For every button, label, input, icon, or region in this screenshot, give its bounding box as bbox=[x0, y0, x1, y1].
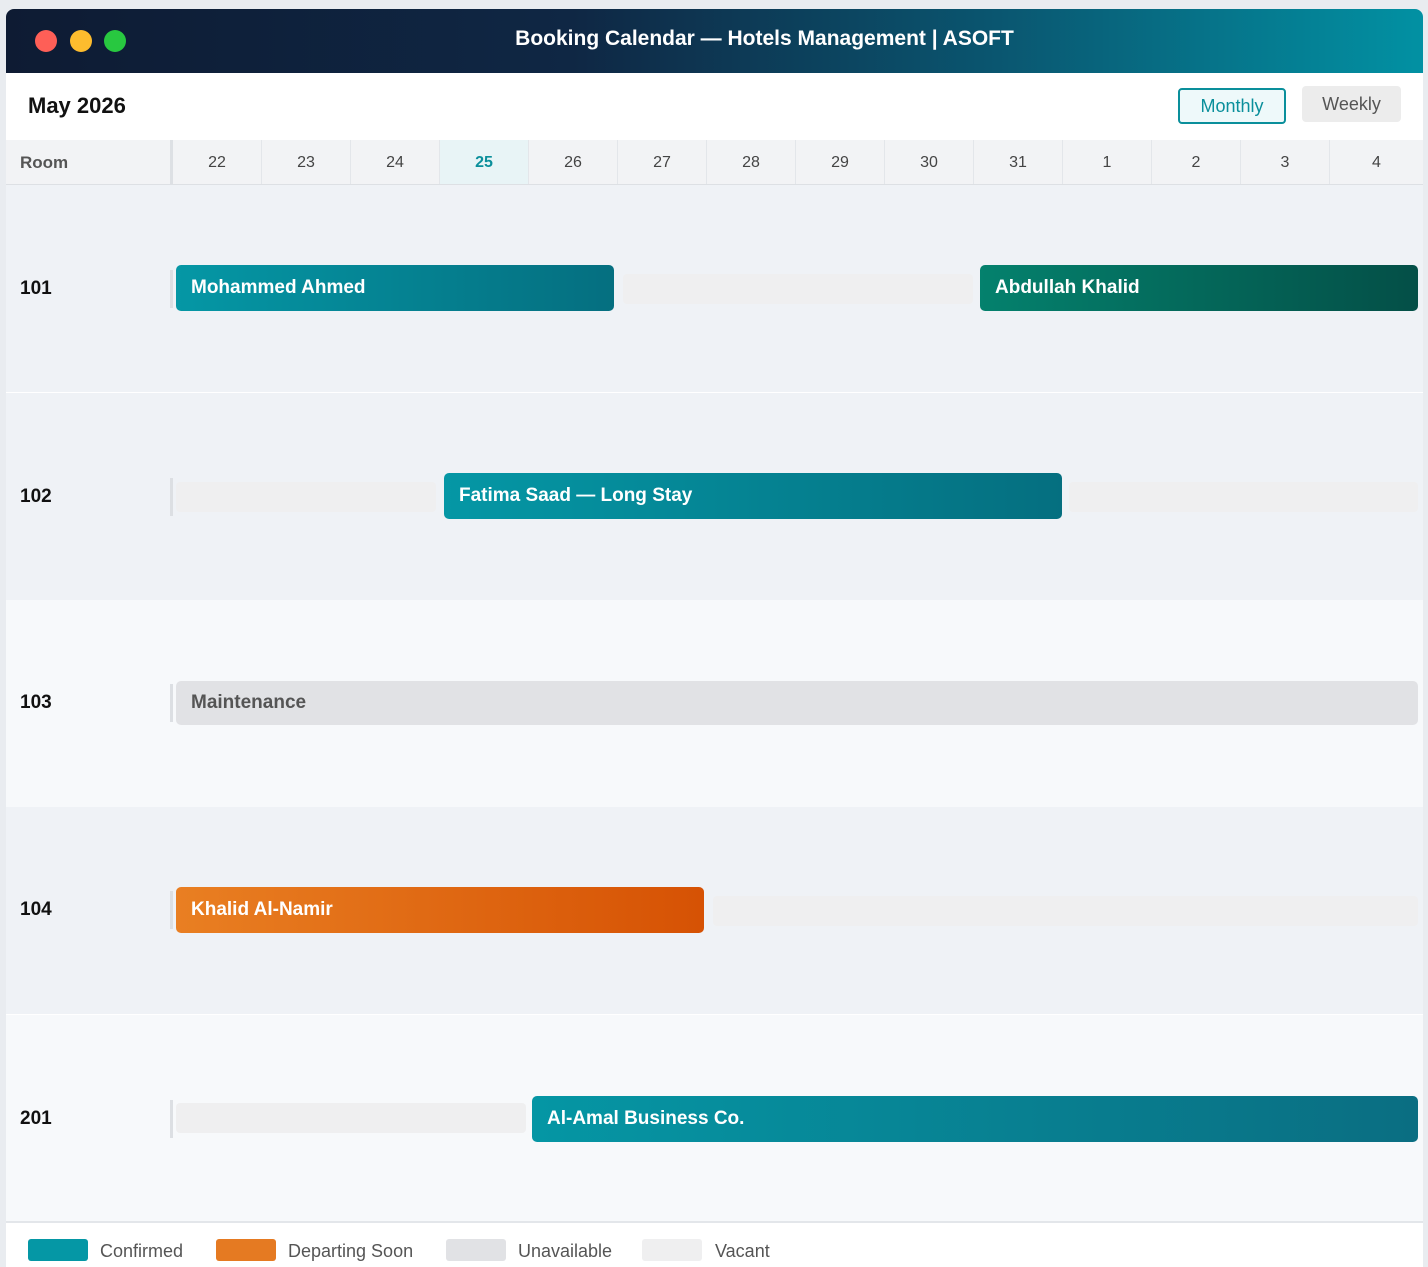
row-divider bbox=[170, 478, 173, 516]
current-month: May 2026 bbox=[28, 93, 126, 118]
room-column-header: Room bbox=[20, 153, 69, 172]
room-number: 102 bbox=[20, 486, 52, 507]
booking-bar[interactable]: Abdullah Khalid bbox=[980, 265, 1418, 311]
room-row-102: 102 Fatima Saad — Long Stay bbox=[6, 393, 1423, 600]
day-header: 28 bbox=[707, 140, 796, 184]
booking-bar[interactable]: Khalid Al-Namir bbox=[176, 887, 704, 933]
row-divider bbox=[170, 891, 173, 929]
day-header: 1 bbox=[1063, 140, 1152, 184]
room-number: 103 bbox=[20, 692, 52, 713]
room-row-104: 104 Khalid Al-Namir bbox=[6, 807, 1423, 1014]
row-divider bbox=[170, 1100, 173, 1138]
room-number: 104 bbox=[20, 899, 52, 920]
weekly-view-button[interactable]: Weekly bbox=[1302, 86, 1401, 122]
legend-label: Departing Soon bbox=[288, 1241, 414, 1261]
departing-soon-swatch bbox=[216, 1239, 276, 1261]
booking-bar[interactable]: Fatima Saad — Long Stay bbox=[444, 473, 1062, 519]
legend: Confirmed Departing Soon Unavailable Vac… bbox=[6, 1221, 1423, 1267]
day-header: 29 bbox=[796, 140, 885, 184]
calendar-toolbar: May 2026 Monthly Weekly bbox=[6, 73, 1423, 141]
unavailable-swatch bbox=[446, 1239, 506, 1261]
legend-label: Vacant bbox=[715, 1241, 770, 1261]
vacant-slot[interactable] bbox=[713, 896, 1418, 926]
day-header: 30 bbox=[885, 140, 974, 184]
legend-label: Confirmed bbox=[100, 1241, 184, 1261]
monthly-view-button[interactable]: Monthly bbox=[1178, 88, 1286, 124]
day-header: 4 bbox=[1372, 154, 1381, 171]
window-title: Booking Calendar — Hotels Management | A… bbox=[515, 27, 1014, 50]
day-header: 27 bbox=[618, 140, 707, 184]
vacant-swatch bbox=[642, 1239, 702, 1261]
room-row-103: 103 Maintenance bbox=[6, 600, 1423, 807]
vacant-slot[interactable] bbox=[176, 482, 436, 512]
vacant-slot[interactable] bbox=[623, 274, 973, 304]
row-divider bbox=[170, 684, 173, 722]
day-header: 23 bbox=[262, 140, 351, 184]
legend-label: Unavailable bbox=[518, 1241, 613, 1261]
day-header: 22 bbox=[173, 140, 262, 184]
day-header: 26 bbox=[529, 140, 618, 184]
row-divider bbox=[170, 270, 173, 308]
booking-bar[interactable]: Mohammed Ahmed bbox=[176, 265, 614, 311]
room-number: 201 bbox=[20, 1108, 52, 1129]
day-header: 24 bbox=[351, 140, 440, 184]
confirmed-swatch bbox=[28, 1239, 88, 1261]
room-row-201: 201 Al-Amal Business Co. bbox=[6, 1015, 1423, 1221]
booking-bar[interactable]: Al-Amal Business Co. bbox=[532, 1096, 1418, 1142]
room-number: 101 bbox=[20, 278, 52, 299]
room-row-101: 101 Mohammed Ahmed Abdullah Khalid bbox=[6, 185, 1423, 392]
calendar-header: Room 22 23 24 25 26 27 28 29 30 31 1 2 3… bbox=[6, 140, 1423, 185]
day-header-today: 25 bbox=[440, 140, 529, 184]
day-header: 2 bbox=[1152, 140, 1241, 184]
day-header: 3 bbox=[1241, 140, 1330, 184]
vacant-slot[interactable] bbox=[1069, 482, 1418, 512]
vacant-slot[interactable] bbox=[176, 1103, 526, 1133]
unavailable-bar[interactable]: Maintenance bbox=[176, 681, 1418, 725]
day-header: 31 bbox=[974, 140, 1063, 184]
app-window: Booking Calendar — Hotels Management | A… bbox=[6, 9, 1423, 1267]
title-bar: Booking Calendar — Hotels Management | A… bbox=[6, 9, 1423, 73]
